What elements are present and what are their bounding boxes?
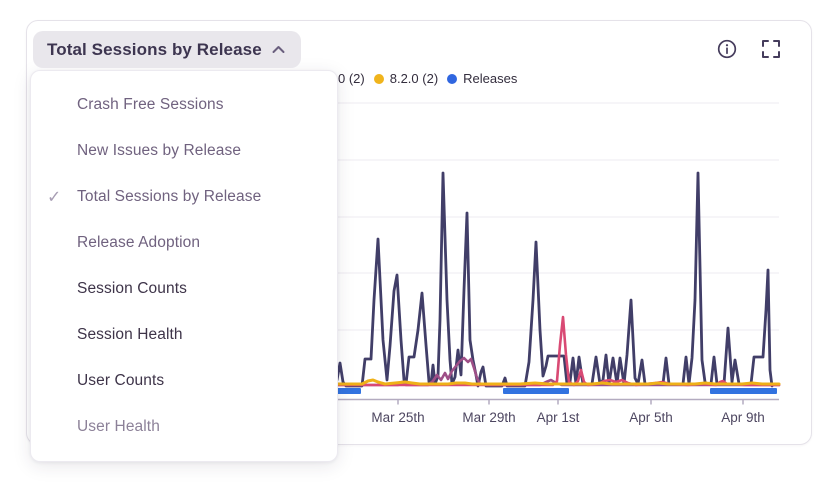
x-axis-label: Mar 25th — [371, 410, 424, 425]
series-line-release-navy — [337, 173, 772, 386]
release-bar[interactable] — [503, 388, 569, 394]
fullscreen-icon — [762, 40, 780, 58]
dropdown-item-release-adoption[interactable]: Release Adoption — [31, 220, 337, 266]
info-icon — [717, 39, 737, 59]
chevron-up-icon — [272, 45, 285, 54]
dropdown-item-total-sessions-by-release[interactable]: ✓ Total Sessions by Release — [31, 174, 337, 220]
dropdown-item-user-counts[interactable]: User Counts — [31, 358, 337, 404]
dropdown-item-label: Total Sessions by Release — [77, 188, 261, 206]
dropdown-item-label: New Issues by Release — [77, 142, 241, 160]
widget-selector-button[interactable]: Total Sessions by Release — [33, 31, 301, 68]
dropdown-item-session-health[interactable]: Session Health — [31, 312, 337, 358]
legend-dot-icon — [447, 74, 457, 84]
widget-type-dropdown: Crash Free Sessions New Issues by Release… — [30, 70, 338, 462]
x-axis-label: Apr 5th — [629, 410, 673, 425]
dropdown-item-label: User Counts — [77, 372, 164, 390]
dropdown-item-session-counts[interactable]: Session Counts — [31, 266, 337, 312]
legend-item[interactable]: Releases — [447, 71, 517, 86]
dropdown-item-new-issues-by-release[interactable]: New Issues by Release — [31, 128, 337, 174]
legend-label: Releases — [463, 71, 517, 86]
chart-legend: 0 (2) 8.2.0 (2) Releases — [338, 70, 517, 87]
legend-clipped-fragment: 0 (2) — [338, 71, 365, 86]
dropdown-item-label: Release Adoption — [77, 234, 200, 252]
check-icon: ✓ — [47, 189, 61, 206]
info-button[interactable] — [714, 36, 740, 62]
dropdown-item-label: User Health — [77, 418, 160, 436]
release-bar[interactable] — [710, 388, 777, 394]
x-axis-label: Apr 9th — [721, 410, 765, 425]
dropdown-item-label: Crash Free Sessions — [77, 96, 224, 114]
x-axis-label: Mar 29th — [462, 410, 515, 425]
legend-label: 8.2.0 (2) — [390, 71, 438, 86]
widget-selector-label: Total Sessions by Release — [47, 40, 262, 60]
x-axis-label: Apr 1st — [537, 410, 580, 425]
dropdown-item-label: Session Counts — [77, 280, 187, 298]
fullscreen-button[interactable] — [758, 36, 784, 62]
dropdown-item-user-health[interactable]: User Health — [31, 404, 337, 450]
dropdown-item-label: Session Health — [77, 326, 183, 344]
release-bar[interactable] — [337, 388, 361, 394]
dropdown-item-crash-free-sessions[interactable]: Crash Free Sessions — [31, 82, 337, 128]
legend-item[interactable]: 8.2.0 (2) — [374, 71, 438, 86]
legend-dot-icon — [374, 74, 384, 84]
